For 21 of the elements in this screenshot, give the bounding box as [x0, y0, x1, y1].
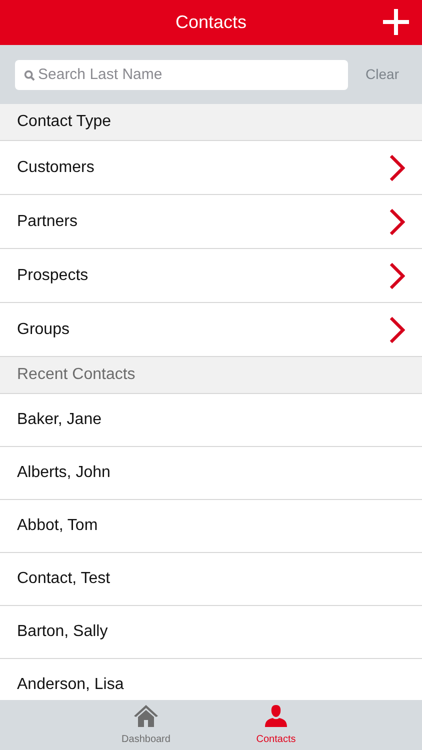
search-field[interactable]: Search Last Name [15, 60, 348, 90]
tab[interactable]: Contacts [231, 700, 321, 750]
item-label: Partners [17, 212, 78, 232]
header-title: Contacts [175, 11, 247, 34]
item-label: Barton, Sally [17, 622, 108, 642]
item-label: Groups [17, 320, 70, 340]
item-label: Prospects [17, 266, 88, 286]
section-title: Contact Type [17, 112, 111, 132]
item-label: Baker, Jane [17, 410, 102, 430]
section-title: Recent Contacts [17, 365, 136, 385]
home-icon [133, 704, 159, 728]
item-label: Anderson, Lisa [17, 675, 124, 695]
item-label: Alberts, John [17, 463, 110, 483]
plus-icon [383, 9, 409, 35]
add-button[interactable] [382, 8, 410, 36]
item-label: Customers [17, 158, 94, 178]
item-label: Abbot, Tom [17, 516, 98, 536]
tab[interactable]: Dashboard [101, 700, 191, 750]
item-label: Contact, Test [17, 569, 110, 589]
search-icon [24, 70, 35, 80]
person-icon [264, 704, 288, 728]
